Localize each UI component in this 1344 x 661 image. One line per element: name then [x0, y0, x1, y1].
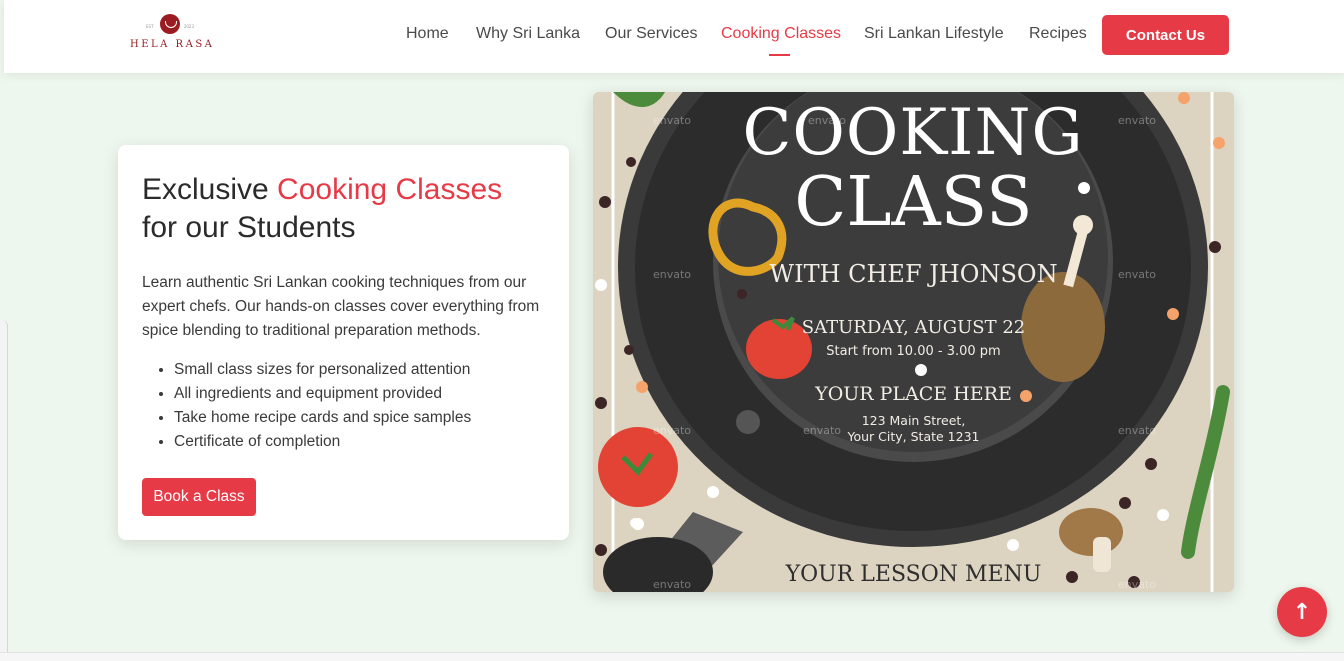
poster-place: YOUR PLACE HERE	[815, 383, 1012, 405]
watermark: envato	[1118, 424, 1157, 437]
poster-time: Start from 10.00 - 3.00 pm	[826, 344, 1001, 359]
list-item: Certificate of completion	[174, 430, 554, 454]
book-a-class-button[interactable]: Book a Class	[142, 478, 256, 516]
nav-item-cooking-classes[interactable]: Cooking Classes	[721, 25, 841, 43]
watermark: envato	[1118, 114, 1157, 127]
title-suffix: for our Students	[142, 211, 356, 244]
title-accent: Cooking Classes	[277, 173, 503, 206]
active-nav-indicator	[769, 54, 790, 56]
nav-item-home[interactable]: Home	[406, 25, 449, 43]
poster-title-line1: COOKING	[742, 96, 1084, 170]
side-panel-edge	[0, 320, 8, 660]
watermark: envato	[803, 424, 842, 437]
site-header: EST 2023 HELA RASA Home Why Sri Lanka Ou…	[4, 0, 1344, 73]
contact-us-button[interactable]: Contact Us	[1102, 15, 1229, 55]
cooking-classes-card: Exclusive Cooking Classes for our Studen…	[118, 145, 569, 540]
arrow-up-icon: ↑	[1292, 599, 1312, 625]
card-title: Exclusive Cooking Classes for our Studen…	[142, 171, 552, 247]
poster-date: SATURDAY, AUGUST 22	[801, 317, 1026, 338]
nav-item-sri-lankan-lifestyle[interactable]: Sri Lankan Lifestyle	[864, 25, 1004, 43]
nav-item-why-sri-lanka[interactable]: Why Sri Lanka	[476, 25, 580, 43]
page-bottom-edge	[0, 652, 1344, 661]
nav-item-recipes[interactable]: Recipes	[1029, 25, 1087, 43]
card-description: Learn authentic Sri Lankan cooking techn…	[142, 274, 540, 339]
list-item: All ingredients and equipment provided	[174, 382, 554, 406]
list-item: Small class sizes for personalized atten…	[174, 358, 554, 382]
watermark: envato	[808, 114, 847, 127]
feature-list: Small class sizes for personalized atten…	[174, 358, 554, 454]
watermark: envato	[653, 578, 692, 591]
poster-title-line2: CLASS	[794, 163, 1033, 242]
watermark: envato	[1118, 268, 1157, 281]
title-prefix: Exclusive	[142, 173, 278, 206]
list-item: Take home recipe cards and spice samples	[174, 406, 554, 430]
nav-item-our-services[interactable]: Our Services	[605, 25, 697, 43]
watermark: envato	[1118, 578, 1157, 591]
back-to-top-button[interactable]: ↑	[1277, 587, 1327, 637]
watermark: envato	[653, 424, 692, 437]
watermark: envato	[653, 114, 692, 127]
watermark: envato	[653, 268, 692, 281]
cooking-class-poster-image: COOKING CLASS WITH CHEF JHONSON SATURDAY…	[593, 92, 1234, 592]
